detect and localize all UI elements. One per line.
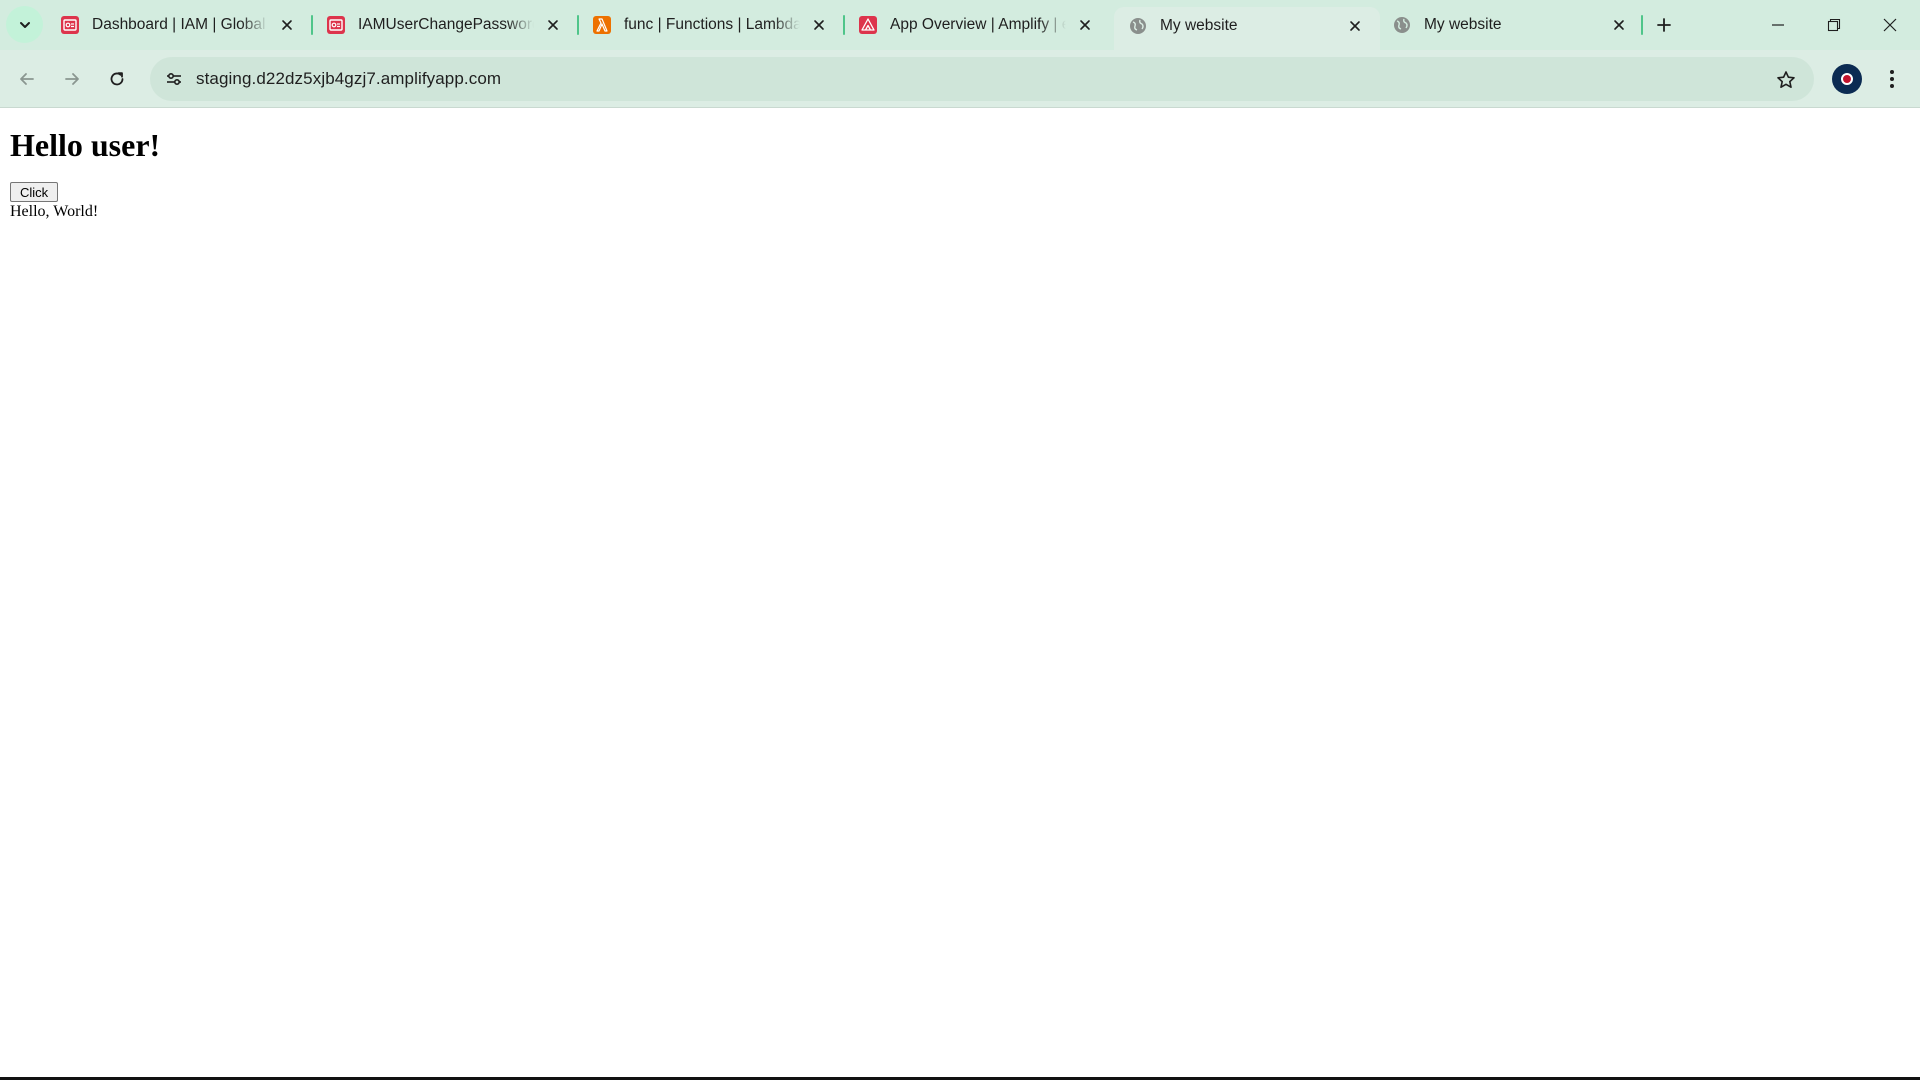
aws-lambda-icon — [592, 15, 612, 35]
plus-icon — [1657, 18, 1671, 32]
arrow-left-icon — [20, 73, 34, 85]
tab-title: Dashboard | IAM | Global — [92, 16, 266, 33]
tab-strip: Dashboard | IAM | Global IAMUserChangePa… — [0, 0, 1920, 50]
reload-icon — [110, 72, 124, 86]
tab-my-website[interactable]: My website — [1378, 7, 1644, 43]
restore-button[interactable] — [1806, 0, 1862, 50]
tab-my-website-active[interactable]: My website — [1114, 7, 1380, 50]
close-icon — [1883, 18, 1897, 32]
browser-menu-button[interactable] — [1878, 62, 1906, 96]
site-info-button[interactable] — [158, 63, 190, 95]
star-icon — [1777, 71, 1795, 88]
close-icon[interactable] — [542, 14, 564, 36]
aws-iam-icon — [326, 15, 346, 35]
web-page-content: Hello user! Click Hello, World! — [0, 109, 1920, 1077]
tab-title: My website — [1160, 16, 1238, 34]
minimize-icon — [1772, 24, 1784, 26]
close-icon[interactable] — [808, 14, 830, 36]
aws-amplify-icon — [858, 15, 878, 35]
tab-iam-dashboard[interactable]: Dashboard | IAM | Global — [46, 7, 312, 43]
restore-icon — [1827, 18, 1841, 32]
browser-toolbar: staging.d22dz5xjb4gzj7.amplifyapp.com — [0, 50, 1920, 108]
more-vert-icon — [1890, 70, 1894, 88]
forward-button[interactable] — [54, 61, 90, 97]
url-text: staging.d22dz5xjb4gzj7.amplifyapp.com — [196, 69, 502, 88]
tab-title: App Overview | Amplify | eu-north-1 — [890, 16, 1066, 33]
tab-title: func | Functions | Lambda — [624, 16, 800, 33]
tab-amplify-overview[interactable]: App Overview | Amplify | eu-north-1 — [844, 7, 1110, 43]
arrow-right-icon — [65, 73, 79, 85]
minimize-button[interactable] — [1750, 0, 1806, 50]
close-icon[interactable] — [1074, 14, 1096, 36]
close-window-button[interactable] — [1862, 0, 1918, 50]
page-heading: Hello user! — [10, 127, 161, 163]
chevron-down-icon — [19, 21, 30, 28]
close-icon[interactable] — [1344, 15, 1366, 37]
reload-button[interactable] — [99, 61, 135, 97]
globe-icon — [1128, 16, 1148, 36]
back-button[interactable] — [9, 61, 45, 97]
close-icon[interactable] — [1608, 14, 1630, 36]
avatar-badge — [1841, 73, 1853, 85]
tab-title: IAMUserChangePassword | IAM — [358, 16, 534, 33]
tune-icon — [167, 72, 181, 86]
bookmark-button[interactable] — [1772, 66, 1800, 94]
tab-title: My website — [1424, 16, 1502, 33]
tab-iam-change-password[interactable]: IAMUserChangePassword | IAM — [312, 7, 578, 43]
close-icon[interactable] — [276, 14, 298, 36]
globe-icon — [1392, 15, 1412, 35]
tab-search-button[interactable] — [6, 6, 43, 43]
click-button[interactable]: Click — [10, 182, 59, 202]
profile-avatar[interactable] — [1832, 64, 1862, 94]
new-tab-button[interactable] — [1650, 11, 1678, 39]
greeting-message: Hello, World! — [10, 203, 99, 220]
tab-separator — [1641, 15, 1643, 35]
address-bar[interactable]: staging.d22dz5xjb4gzj7.amplifyapp.com — [150, 57, 1814, 101]
aws-iam-icon — [60, 15, 80, 35]
tab-lambda-functions[interactable]: func | Functions | Lambda — [578, 7, 844, 43]
